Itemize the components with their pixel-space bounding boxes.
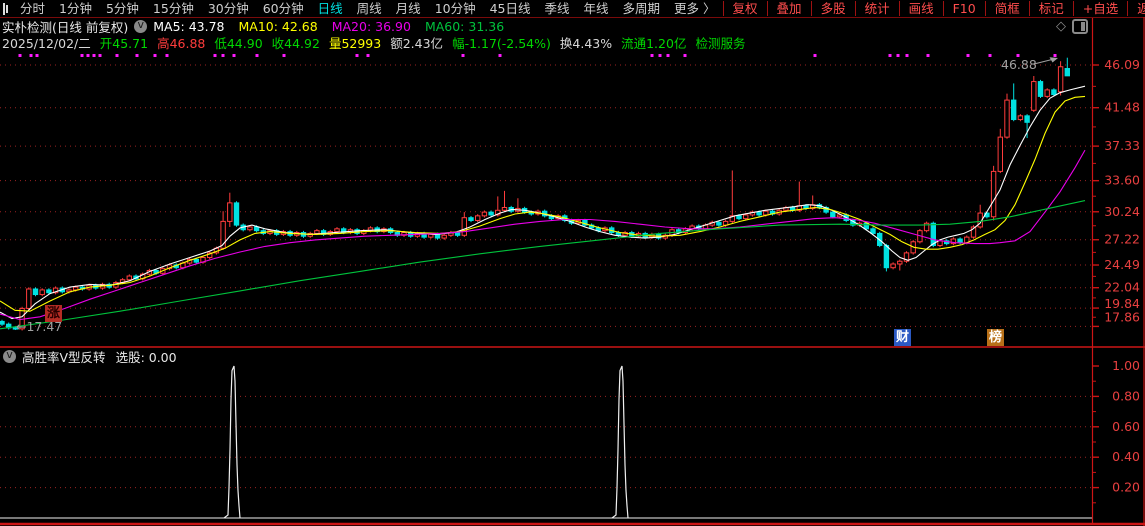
ma-value-label: MA20: 36.90: [331, 19, 411, 34]
period-tab[interactable]: 更多 〉: [667, 0, 722, 17]
chevron-down-icon[interactable]: v: [134, 19, 148, 33]
period-tab[interactable]: 月线: [389, 0, 428, 17]
svg-text:33.60: 33.60: [1104, 173, 1140, 188]
svg-text:17.86: 17.86: [1104, 309, 1140, 324]
period-menu: 分时 1分钟 5分钟 15分钟 30分钟 60分钟 日线 周线 月线 10分钟 45日线 季线 年线 多周…: [13, 0, 723, 17]
info-item: 换4.43%: [559, 36, 613, 51]
period-tab[interactable]: 10分钟: [428, 0, 483, 17]
ma-value-label: MA60: 31.36: [424, 19, 505, 34]
info-item: 低44.90: [214, 36, 263, 51]
period-tab[interactable]: 30分钟: [201, 0, 256, 17]
period-tab[interactable]: 60分钟: [256, 0, 311, 17]
action-button[interactable]: 统计: [854, 1, 899, 16]
period-tab[interactable]: 多周期: [616, 0, 668, 17]
top-toolbar: 分时 1分钟 5分钟 15分钟 30分钟 60分钟 日线 周线 月线 10分钟 45日线 季线 年线 多周…: [0, 0, 1145, 17]
svg-text:37.33: 37.33: [1104, 138, 1140, 153]
info-item: 高46.88: [157, 36, 206, 51]
ohlc-info-bar: 2025/12/02/二 开45.71 高46.88 低44.90 收44.92 量529…: [2, 35, 754, 51]
window-icon[interactable]: [3, 2, 8, 15]
action-button[interactable]: 简框: [984, 1, 1029, 16]
stock-terminal-window: 46.09 41.48 37.33 33.60 30.24 27.22 24.49 22.04…: [0, 0, 1145, 526]
period-tab[interactable]: 分时: [13, 0, 52, 17]
svg-text:22.04: 22.04: [1104, 280, 1140, 295]
info-item: 收44.92: [271, 36, 320, 51]
svg-text:1.00: 1.00: [1112, 358, 1140, 373]
info-item: 量52993: [328, 36, 382, 51]
panel-layout-icon[interactable]: [1072, 19, 1088, 34]
action-button[interactable]: 多股: [810, 1, 855, 16]
period-tab[interactable]: 15分钟: [146, 0, 201, 17]
toolbar-actions: 复权叠加多股统计画线F10简框标记+自选返回: [722, 1, 1145, 16]
period-tab[interactable]: 1分钟: [52, 0, 99, 17]
sub-indicator-title[interactable]: 高胜率V型反转: [22, 347, 106, 366]
action-button[interactable]: F10: [942, 1, 985, 16]
svg-text:0.20: 0.20: [1112, 480, 1140, 495]
action-button[interactable]: 标记: [1028, 1, 1073, 16]
action-button[interactable]: 返回: [1127, 1, 1145, 16]
info-item: 流通1.20亿: [621, 36, 687, 51]
action-button[interactable]: 复权: [722, 1, 767, 16]
svg-text:30.24: 30.24: [1104, 204, 1140, 219]
period-tab[interactable]: 45日线: [483, 0, 538, 17]
info-item: 检测服务: [695, 36, 746, 51]
period-tab[interactable]: 日线: [311, 0, 350, 17]
ma-values: MA5: 43.78 MA10: 42.68 MA20: 36.90 MA60: 31…: [153, 19, 518, 34]
period-tab[interactable]: 季线: [538, 0, 577, 17]
action-button[interactable]: +自选: [1072, 1, 1127, 16]
ma-value-label: MA5: 43.78: [153, 19, 225, 34]
info-item: 开45.71: [99, 36, 149, 51]
svg-text:0.60: 0.60: [1112, 419, 1140, 434]
info-item: 2025/12/02/二: [2, 36, 91, 51]
period-tab[interactable]: 周线: [350, 0, 389, 17]
period-tab[interactable]: 5分钟: [99, 0, 146, 17]
indicator-header-sub: v 高胜率V型反转 选股: 0.00: [3, 347, 177, 366]
svg-text:0.40: 0.40: [1112, 449, 1140, 464]
svg-text:41.48: 41.48: [1104, 100, 1140, 115]
chart-corner-tools: ◇: [1056, 19, 1088, 34]
action-button[interactable]: 叠加: [766, 1, 811, 16]
high-price-annotation: 46.88: [1001, 57, 1037, 72]
chart-plot-area[interactable]: 46.09 41.48 37.33 33.60 30.24 27.22 24.49 22.04…: [0, 0, 1145, 526]
svg-text:46.09: 46.09: [1104, 57, 1140, 72]
ma-value-label: MA10: 42.68: [238, 19, 318, 34]
svg-text:27.22: 27.22: [1104, 232, 1140, 247]
period-tab[interactable]: 年线: [577, 0, 616, 17]
action-button[interactable]: 画线: [898, 1, 943, 16]
svg-text:0.80: 0.80: [1112, 388, 1140, 403]
chevron-down-icon[interactable]: v: [3, 349, 16, 363]
info-item: 额2.43亿: [390, 36, 444, 51]
sub-indicator-value: 选股: 0.00: [115, 350, 177, 365]
stamp-badge[interactable]: 财: [894, 329, 911, 346]
stamp-badge[interactable]: 榜: [987, 329, 1004, 346]
info-item: 幅-1.17(-2.54%): [452, 36, 551, 51]
stamp-badge[interactable]: 涨: [45, 305, 62, 322]
indicator-header-main: 实朴检测(日线 前复权) v MA5: 43.78 MA10: 42.68 MA20…: [2, 19, 518, 35]
diamond-icon[interactable]: ◇: [1056, 19, 1066, 34]
svg-text:24.49: 24.49: [1104, 257, 1140, 272]
